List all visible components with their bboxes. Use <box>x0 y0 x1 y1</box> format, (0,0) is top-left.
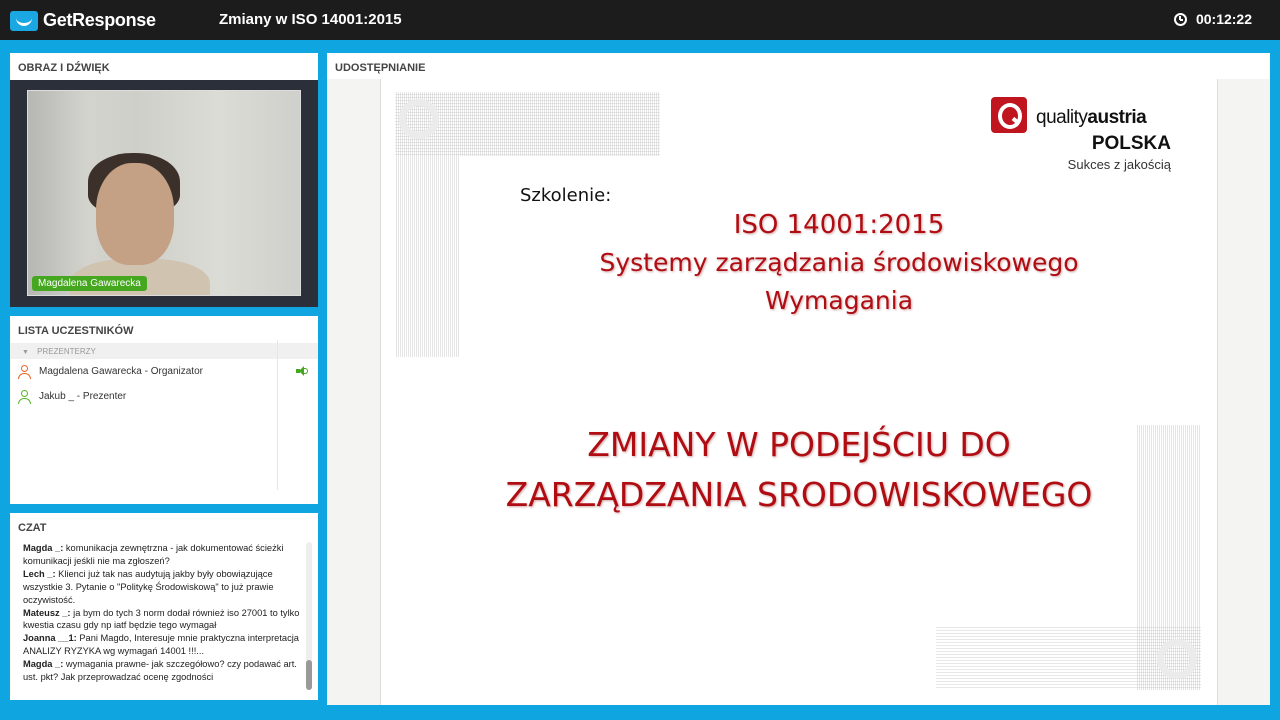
shared-screen: qualityaustria POLSKA Sukces z jakością … <box>327 79 1270 705</box>
logo-country: POLSKA <box>1091 133 1171 154</box>
logo-brand-bold: austria <box>1087 107 1147 128</box>
q-logo-icon <box>991 97 1027 133</box>
presentation-slide: qualityaustria POLSKA Sukces z jakością … <box>381 79 1217 705</box>
slide-headline: ZARZĄDZANIA SRODOWISKOWEGO <box>505 475 1093 514</box>
chat-panel: CZAT Magda _: komunikacja zewnętrzna - j… <box>10 513 318 700</box>
chat-text: Klienci już tak nas audytują jakby były … <box>23 568 274 605</box>
group-label: PREZENTERZY <box>37 347 96 356</box>
chat-message: Lech _: Klienci już tak nas audytują jak… <box>23 568 313 607</box>
video-panel-header: OBRAZ I DŹWIĘK <box>18 62 110 74</box>
participant-row[interactable]: Magdalena Gawarecka - Organizator <box>10 359 318 384</box>
qualityaustria-logo: qualityaustria POLSKA Sukces z jakością <box>991 97 1183 177</box>
timer-value: 00:12:22 <box>1195 11 1252 27</box>
chat-messages[interactable]: Magda _: komunikacja zewnętrzna - jak do… <box>23 542 313 690</box>
share-panel-header: UDOSTĘPNIANIE <box>335 62 426 74</box>
speaker-icon <box>296 366 308 376</box>
participants-divider <box>277 340 278 490</box>
user-icon <box>17 389 31 404</box>
slide-title-line: Systemy zarządzania środowiskowego <box>599 248 1079 277</box>
chat-author: Mateusz _: <box>23 607 71 618</box>
top-bar: GetResponse Zmiany w ISO 14001:2015 00:1… <box>0 0 1280 40</box>
participant-row[interactable]: Jakub _ - Prezenter <box>10 384 318 409</box>
chat-message: Magda _: komunikacja zewnętrzna - jak do… <box>23 542 313 568</box>
user-icon <box>17 364 31 379</box>
getresponse-envelope-icon <box>10 10 38 31</box>
participants-panel: LISTA UCZESTNIKÓW ▼ PREZENTERZY Magdalen… <box>10 316 318 504</box>
getresponse-logo: GetResponse <box>10 10 156 31</box>
q-watermark-icon <box>1157 639 1197 679</box>
chat-author: Joanna __1: <box>23 633 77 644</box>
chat-author: Magda _: <box>23 659 64 670</box>
chat-author: Magda _: <box>23 543 64 553</box>
presenter-name-tag: Magdalena Gawarecka <box>32 276 147 291</box>
participant-name: Jakub _ - Prezenter <box>39 391 127 402</box>
chat-message: Mateusz _: ja bym do tych 3 norm dodał r… <box>23 607 313 633</box>
video-frame: Magdalena Gawarecka <box>10 80 318 307</box>
brand-name: GetResponse <box>43 10 156 30</box>
slide-title-line: ISO 14001:2015 <box>733 210 945 240</box>
presenter-face <box>96 163 174 265</box>
logo-brand-light: quality <box>1036 107 1088 128</box>
participants-panel-header: LISTA UCZESTNIKÓW <box>18 325 134 337</box>
presenter-video[interactable]: Magdalena Gawarecka <box>27 90 301 296</box>
chat-message: Joanna __1: Pani Magdo, Interesuje mnie … <box>23 632 313 658</box>
slide-label: Szkolenie: <box>520 185 612 206</box>
session-timer: 00:12:22 <box>1173 11 1252 27</box>
chat-scrollbar[interactable] <box>306 542 312 690</box>
chat-panel-header: CZAT <box>18 522 47 534</box>
chat-text: komunikacja zewnętrzna - jak dokumentowa… <box>23 543 284 566</box>
chat-author: Lech _: <box>23 568 56 579</box>
chat-scroll-thumb[interactable] <box>306 660 312 690</box>
video-background <box>28 91 88 295</box>
slide-title-line: Wymagania <box>764 286 914 315</box>
group-presenters[interactable]: ▼ PREZENTERZY <box>10 343 318 359</box>
chat-text: wymagania prawne- jak szczegółowo? czy p… <box>23 659 297 683</box>
participant-name: Magdalena Gawarecka - Organizator <box>39 366 203 377</box>
logo-tagline: Sukces z jakością <box>1067 157 1171 172</box>
clock-icon <box>1173 12 1187 26</box>
logo-brand: qualityaustria <box>1036 107 1147 129</box>
video-panel: OBRAZ I DŹWIĘK Magdalena Gawarecka <box>10 53 318 307</box>
caret-down-icon: ▼ <box>22 349 29 356</box>
webinar-title: Zmiany w ISO 14001:2015 <box>219 11 402 28</box>
slide-headline: ZMIANY W PODEJŚCIU DO <box>587 425 1011 464</box>
chat-message: Magda _: wymagania prawne- jak szczegóło… <box>23 658 313 684</box>
share-panel: UDOSTĘPNIANIE qualityaustria POLSKA Sukc… <box>327 53 1270 705</box>
q-watermark-icon <box>399 99 439 139</box>
